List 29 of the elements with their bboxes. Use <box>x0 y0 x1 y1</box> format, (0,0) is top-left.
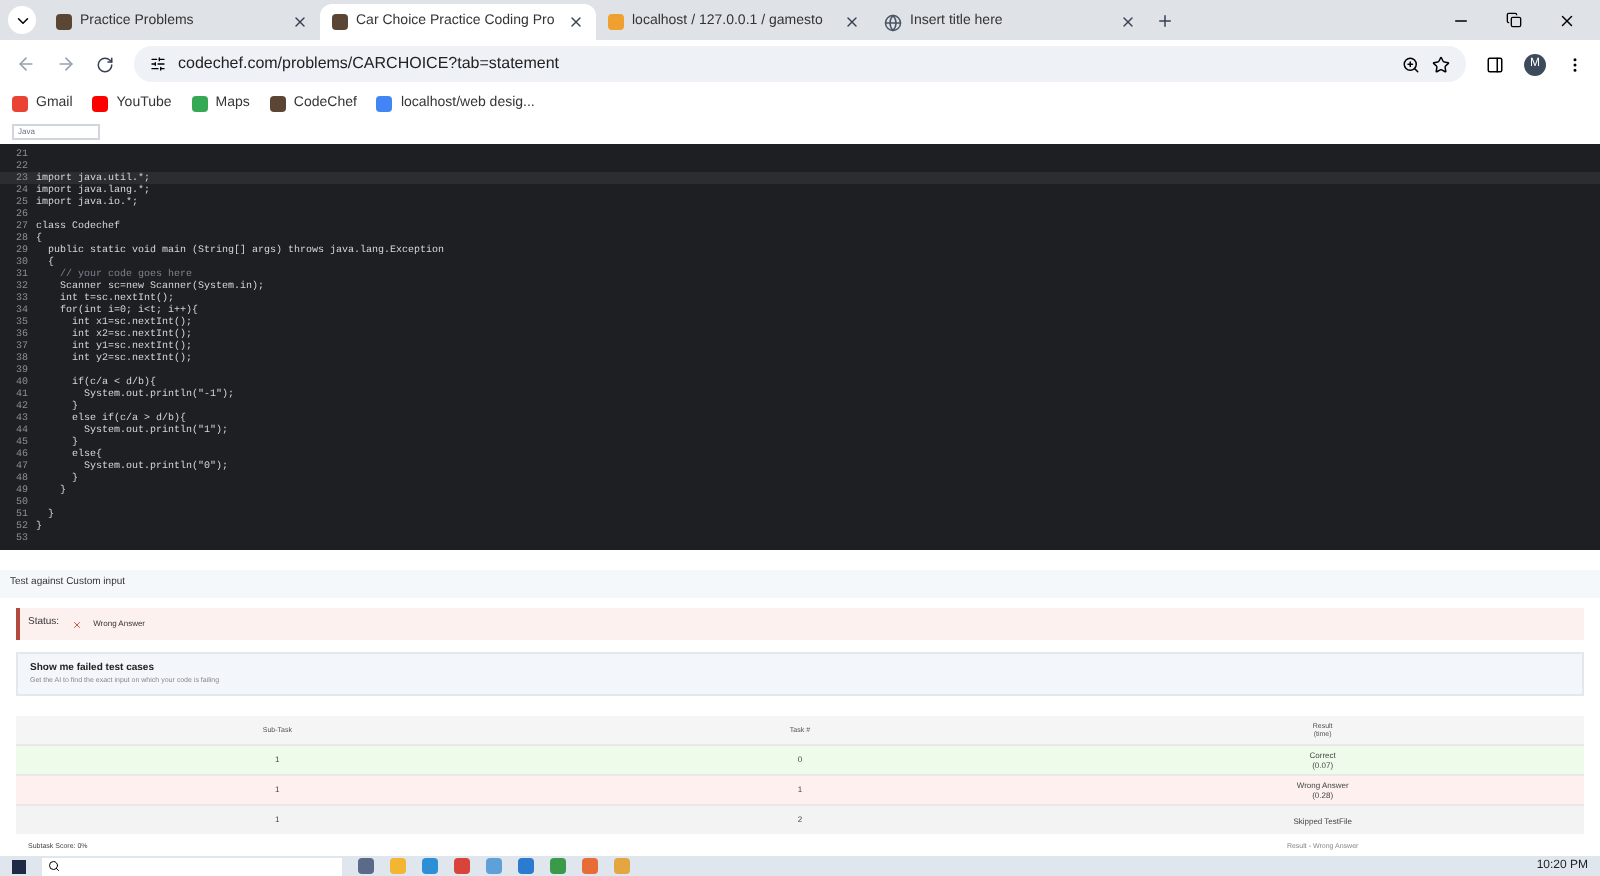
address-bar[interactable]: codechef.com/problems/CARCHOICE?tab=statement <box>134 46 1466 82</box>
back-icon[interactable] <box>16 54 36 74</box>
close-icon[interactable] <box>568 14 584 30</box>
close-icon[interactable] <box>844 14 860 30</box>
close-icon[interactable] <box>1120 14 1136 30</box>
close-icon[interactable] <box>1558 12 1576 30</box>
favicon-icon <box>92 96 109 112</box>
favicon-icon <box>12 96 28 112</box>
restore-icon[interactable] <box>1506 12 1522 28</box>
bookmark-star-icon[interactable] <box>1432 55 1450 73</box>
favicon-icon <box>269 96 286 112</box>
taskbar-search-field[interactable] <box>42 857 342 875</box>
favicon-icon <box>608 14 624 30</box>
reload-icon[interactable] <box>96 55 114 73</box>
tab-search-button[interactable] <box>8 6 36 34</box>
favicon-icon <box>332 14 348 30</box>
favicon-icon <box>191 96 208 112</box>
search-icon <box>48 860 60 872</box>
url-text: codechef.com/problems/CARCHOICE?tab=statement <box>178 52 562 76</box>
site-settings-icon[interactable] <box>150 56 166 72</box>
globe-icon <box>884 13 902 31</box>
start-icon[interactable] <box>12 859 26 873</box>
forward-icon[interactable] <box>56 54 76 74</box>
new-tab-icon[interactable] <box>1156 12 1174 30</box>
side-panel-icon[interactable] <box>1486 55 1504 73</box>
favicon-icon <box>376 96 393 112</box>
zoom-icon[interactable] <box>1402 55 1420 73</box>
close-icon[interactable] <box>292 14 308 30</box>
favicon-icon <box>56 14 72 30</box>
